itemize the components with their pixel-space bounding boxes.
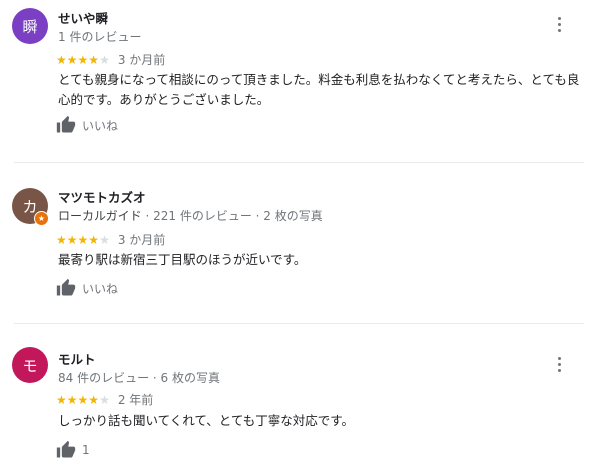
more-options-icon[interactable] [552,354,566,374]
reviewer-name[interactable]: せいや瞬 [58,8,108,27]
reviewer-meta: 84 件のレビュー · 6 枚の写真 [58,371,220,385]
reviewer-name[interactable]: モルト [58,349,96,368]
rating-row: ★★★★★ 3 か月前 [56,231,165,248]
review-text: しっかり話も聞いてくれて、とても丁寧な対応です。 [58,413,355,428]
reviewer-meta: ローカルガイド · 221 件のレビュー · 2 枚の写真 [58,207,323,224]
local-guide-label: ローカルガイド [58,209,142,223]
review-time: 2 年前 [117,393,154,407]
star-empty-icon: ★ [99,232,110,247]
star-rating: ★★★★★ [56,53,110,67]
divider [14,162,584,163]
review-text: 最寄り駅は新宿三丁目駅のほうが近いです。 [58,252,307,267]
rating-row: ★★★★★ 3 か月前 [56,51,165,68]
star-icon: ★ [88,52,100,67]
star-rating: ★★★★★ [56,393,110,407]
local-guide-badge-icon: ★ [34,211,49,226]
star-icon: ★ [77,392,89,407]
divider [14,323,584,324]
star-icon: ★ [66,232,78,247]
star-icon: ★ [88,232,100,247]
rating-row: ★★★★★ 2 年前 [56,391,153,408]
star-icon: ★ [56,232,67,247]
star-rating: ★★★★★ [56,233,110,247]
star-empty-icon: ★ [99,392,110,407]
review-time: 3 か月前 [117,233,166,247]
like-label: いいね [82,118,119,133]
like-label: いいね [82,281,119,296]
more-options-icon[interactable] [552,14,566,34]
star-icon: ★ [56,52,67,67]
star-icon: ★ [56,392,67,407]
star-icon: ★ [88,392,100,407]
star-empty-icon: ★ [99,52,110,67]
reviewer-name[interactable]: マツモトカズオ [58,187,146,206]
star-icon: ★ [77,52,89,67]
avatar[interactable]: モ [12,347,48,383]
like-button[interactable]: いいね [56,115,118,135]
star-icon: ★ [66,52,78,67]
review-text: とても親身になって相談にのって頂きました。料金も利息を払わなくてと考えたら、とて… [58,72,580,107]
star-icon: ★ [77,232,89,247]
reviewer-stats: · 221 件のレビュー · 2 枚の写真 [141,209,323,223]
like-count: 1 [82,443,90,457]
thumbs-up-icon [56,115,76,133]
thumbs-up-icon [56,440,76,458]
reviewer-meta: 1 件のレビュー [58,30,142,44]
star-icon: ★ [66,392,78,407]
avatar[interactable]: 瞬 [12,8,48,44]
thumbs-up-icon [56,278,76,296]
review-time: 3 か月前 [117,53,166,67]
like-button[interactable]: いいね [56,278,118,298]
like-button[interactable]: 1 [56,440,90,460]
